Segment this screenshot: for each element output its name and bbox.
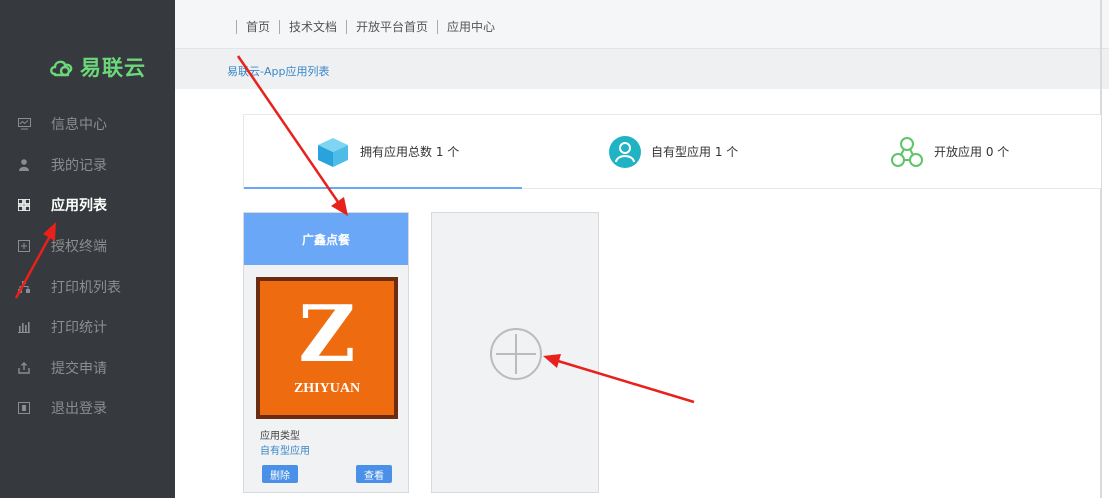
sidebar-item-printer-list[interactable]: 打印机列表 <box>0 266 175 307</box>
sidebar-nav: 信息中心 我的记录 应用列表 授权终端 打印机列表 打印统计 提交申请 退出登录 <box>0 104 175 429</box>
user-circle-icon <box>609 135 641 168</box>
breadcrumb[interactable]: 易联云-App应用列表 <box>227 63 329 79</box>
network-icon <box>890 136 924 168</box>
exit-box-icon <box>17 401 31 415</box>
grid-icon <box>17 198 31 212</box>
view-button[interactable]: 查看 <box>356 465 392 483</box>
stat-own-apps[interactable]: 自有型应用 1 个 <box>609 115 738 188</box>
breadcrumb-bar: 易联云-App应用列表 <box>175 49 1109 89</box>
sidebar-item-submit-request[interactable]: 提交申请 <box>0 348 175 389</box>
sidebar-item-label: 提交申请 <box>51 360 107 377</box>
sidebar-item-logout[interactable]: 退出登录 <box>0 388 175 429</box>
sidebar: 易联云 信息中心 我的记录 应用列表 授权终端 打印机列表 打印统计 提交申请 … <box>0 0 175 498</box>
divider <box>236 19 237 34</box>
app-logo-inner: Z ZHIYUAN <box>260 281 394 415</box>
delete-button[interactable]: 删除 <box>262 465 298 483</box>
stat-label: 开放应用 0 个 <box>934 145 1010 159</box>
stat-label: 自有型应用 1 个 <box>651 145 739 159</box>
sidebar-item-label: 打印机列表 <box>51 279 121 296</box>
topnav-link-app-center[interactable]: 应用中心 <box>447 18 495 35</box>
sidebar-item-my-records[interactable]: 我的记录 <box>0 145 175 186</box>
app-logo: Z ZHIYUAN <box>256 277 398 419</box>
sidebar-item-label: 应用列表 <box>51 198 107 215</box>
brand-name: 易联云 <box>80 56 146 80</box>
app-logo-letter: Z <box>298 289 356 380</box>
sidebar-item-print-stats[interactable]: 打印统计 <box>0 307 175 348</box>
app-type-label: 应用类型 <box>260 431 300 442</box>
active-tab-indicator <box>244 187 522 189</box>
brand-logo[interactable]: 易联云 <box>48 52 146 82</box>
bar-chart-icon <box>17 320 31 334</box>
cube-icon <box>316 136 350 168</box>
stat-label: 拥有应用总数 1 个 <box>360 145 460 159</box>
stat-open-apps[interactable]: 开放应用 0 个 <box>890 115 1009 188</box>
sitemap-icon <box>17 280 31 294</box>
app-logo-text: ZHIYUAN <box>293 381 361 396</box>
divider <box>437 19 439 34</box>
divider <box>279 19 281 34</box>
app-card: 广鑫点餐 Z ZHIYUAN 应用类型 自有型应用 删除 查看 <box>243 212 409 493</box>
sidebar-item-label: 打印统计 <box>51 320 107 337</box>
stats-panel: 拥有应用总数 1 个 自有型应用 1 个 开放应用 0 个 <box>243 114 1101 189</box>
scrollbar-track[interactable] <box>1100 0 1102 498</box>
monitor-icon <box>17 117 31 131</box>
cloud-logo-icon <box>50 60 73 77</box>
top-nav: 首页 技术文档 开放平台首页 应用中心 <box>227 18 495 35</box>
topnav-link-home[interactable]: 首页 <box>246 18 270 35</box>
upload-icon <box>17 361 31 375</box>
sidebar-item-authorized-terminals[interactable]: 授权终端 <box>0 226 175 267</box>
plus-box-icon <box>17 239 31 253</box>
sidebar-item-info-center[interactable]: 信息中心 <box>0 104 175 145</box>
add-circle-icon <box>490 328 542 380</box>
sidebar-item-label: 我的记录 <box>51 157 107 174</box>
topnav-link-open-platform[interactable]: 开放平台首页 <box>356 18 428 35</box>
topnav-link-docs[interactable]: 技术文档 <box>289 18 337 35</box>
top-bar: 首页 技术文档 开放平台首页 应用中心 <box>175 0 1109 49</box>
app-card-title: 广鑫点餐 <box>244 213 408 265</box>
sidebar-item-app-list[interactable]: 应用列表 <box>0 185 175 226</box>
add-app-card[interactable] <box>431 212 599 493</box>
app-type-value[interactable]: 自有型应用 <box>260 442 310 457</box>
user-icon <box>17 158 31 172</box>
sidebar-item-label: 退出登录 <box>51 401 107 418</box>
divider <box>346 19 348 34</box>
sidebar-item-label: 授权终端 <box>51 239 107 256</box>
sidebar-item-label: 信息中心 <box>51 117 107 134</box>
stat-total-apps[interactable]: 拥有应用总数 1 个 <box>316 115 459 188</box>
